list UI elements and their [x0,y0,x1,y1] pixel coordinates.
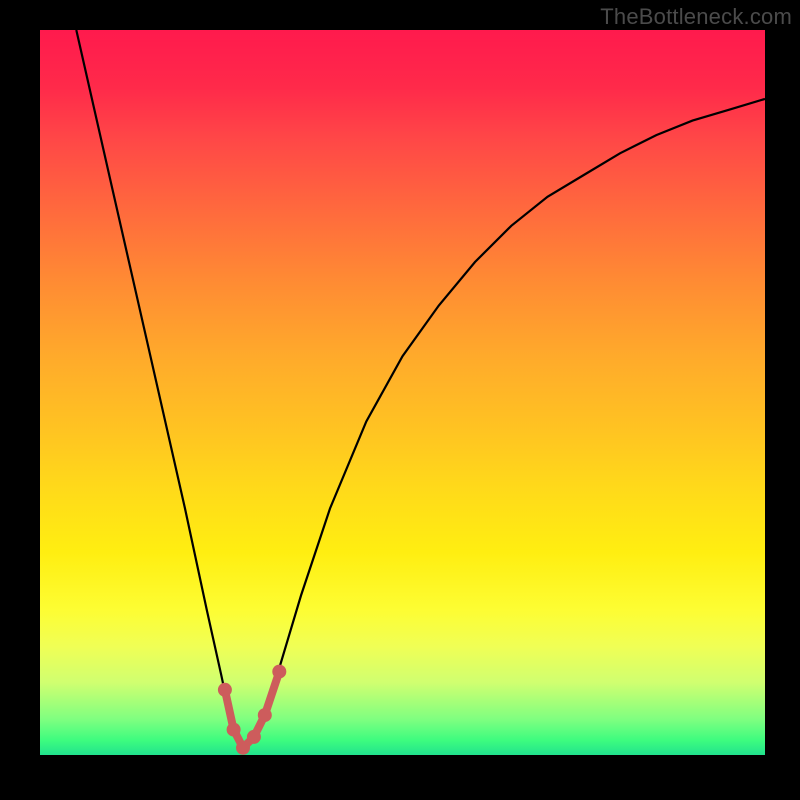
chart-frame: TheBottleneck.com [0,0,800,800]
marker-dot [247,730,261,744]
marker-dot [227,723,241,737]
marker-dot [218,683,232,697]
marker-dot [272,665,286,679]
bottleneck-curve [76,30,765,748]
watermark-text: TheBottleneck.com [600,4,792,30]
chart-svg [40,30,765,755]
marker-dot [236,741,250,755]
plot-area [40,30,765,755]
marker-dot [258,708,272,722]
